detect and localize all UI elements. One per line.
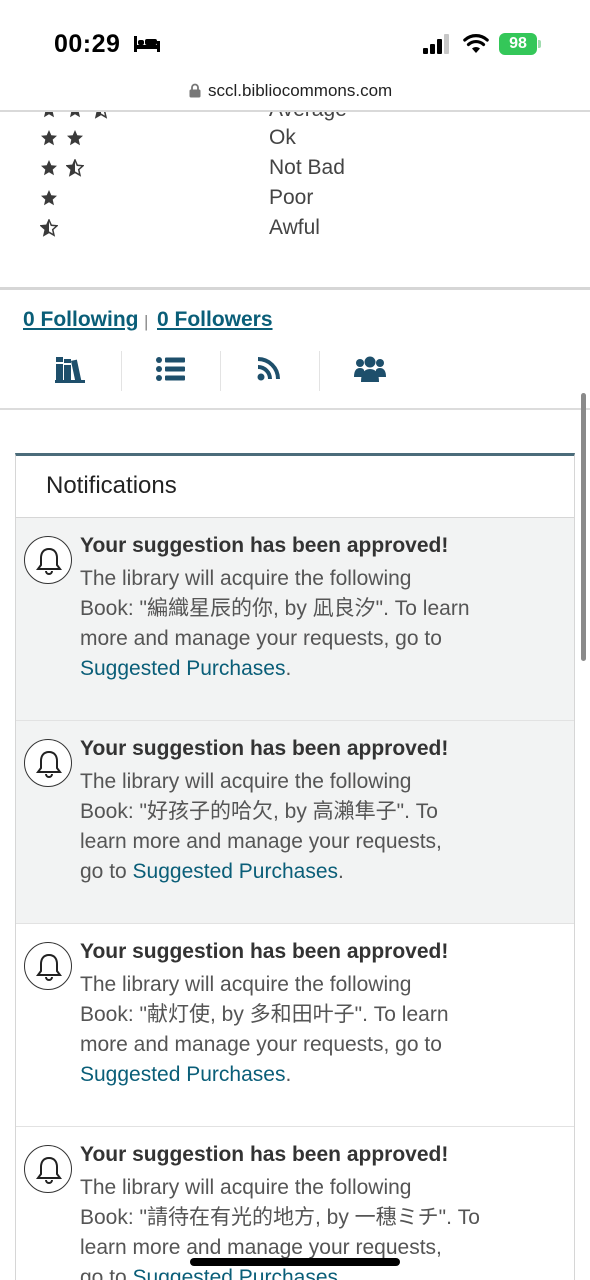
bell-icon — [24, 1145, 72, 1193]
suggested-purchases-link[interactable]: Suggested Purchases — [80, 657, 285, 680]
star-icon — [44, 112, 54, 118]
follow-separator: | — [144, 312, 149, 331]
rating-row-not-bad: Not Bad — [0, 153, 590, 183]
status-time: 00:29 — [54, 30, 121, 58]
bell-icon — [24, 739, 72, 787]
battery-icon: 98 — [499, 33, 541, 55]
notification-prefix: go to — [80, 1266, 133, 1280]
bed-icon — [134, 36, 160, 52]
tab-divider — [121, 351, 122, 391]
notification-line: The library will acquire the following — [80, 1176, 412, 1199]
list-icon[interactable] — [155, 355, 187, 383]
tab-divider — [220, 351, 221, 391]
notification-title: Your suggestion has been approved! — [80, 737, 449, 760]
rating-label: Ok — [269, 126, 296, 149]
following-link[interactable]: 0 Following — [23, 308, 139, 332]
notification-line: Book: "好孩子的哈欠, by 高瀨隼子". To — [80, 800, 438, 823]
notification-title: Your suggestion has been approved! — [80, 1143, 449, 1166]
rating-row-awful: Awful — [0, 213, 590, 243]
wifi-icon — [463, 34, 489, 53]
cellular-signal-icon — [423, 34, 449, 54]
notification-body: The library will acquire the following B… — [80, 564, 490, 684]
notification-line: more and manage your requests, go to — [80, 627, 442, 650]
notification-body: The library will acquire the following B… — [80, 970, 490, 1090]
followers-link[interactable]: 0 Followers — [157, 308, 273, 332]
tab-divider — [319, 351, 320, 391]
star-icon — [41, 190, 57, 206]
follow-section: 0 Following | 0 Followers — [0, 293, 590, 410]
notification-line: more and manage your requests, go to — [80, 1033, 442, 1056]
url-bar[interactable]: sccl.bibliocommons.com — [0, 78, 590, 112]
notification-title: Your suggestion has been approved! — [80, 940, 449, 963]
rating-label: Poor — [269, 186, 314, 209]
bell-icon — [24, 942, 72, 990]
notification-suffix: . — [338, 860, 344, 883]
notification-item: Your suggestion has been approved! The l… — [16, 924, 574, 1127]
scrollbar[interactable] — [581, 393, 586, 661]
suggested-purchases-link[interactable]: Suggested Purchases — [133, 860, 338, 883]
notifications-header: Notifications — [16, 456, 574, 518]
notification-line: The library will acquire the following — [80, 567, 412, 590]
notification-suffix: . — [285, 657, 292, 680]
rating-label: Not Bad — [269, 156, 345, 179]
star-half-icon — [66, 159, 84, 177]
notifications-title: Notifications — [46, 472, 177, 499]
books-icon[interactable] — [55, 355, 87, 383]
bell-icon — [24, 536, 72, 584]
star-icon — [41, 130, 57, 146]
notification-line: The library will acquire the following — [80, 973, 412, 996]
notification-suffix: . — [338, 1266, 344, 1280]
notification-body: The library will acquire the following B… — [80, 767, 490, 887]
rss-icon[interactable] — [254, 355, 286, 383]
star-half-icon — [94, 112, 108, 119]
users-icon[interactable] — [354, 355, 386, 383]
notification-line: Book: "献灯使, by 多和田叶子". To learn — [80, 1003, 449, 1026]
notification-line: learn more and manage your requests, — [80, 830, 442, 853]
star-half-icon — [40, 219, 58, 237]
notification-suffix: . — [285, 1063, 292, 1086]
rating-row-ok: Ok — [0, 123, 590, 153]
notification-item: Your suggestion has been approved! The l… — [16, 518, 574, 721]
star-icon — [70, 112, 80, 118]
url-text: sccl.bibliocommons.com — [208, 81, 393, 100]
rating-row-poor: Poor — [0, 183, 590, 213]
notification-line: Book: "請待在有光的地方, by 一穗ミチ". To — [80, 1206, 480, 1229]
battery-level: 98 — [509, 35, 527, 52]
star-icon — [41, 160, 57, 176]
star-icon — [67, 130, 83, 146]
notification-title: Your suggestion has been approved! — [80, 534, 449, 557]
notification-line: The library will acquire the following — [80, 770, 412, 793]
lock-icon — [189, 83, 201, 98]
rating-label: Awful — [269, 216, 320, 239]
suggested-purchases-link[interactable]: Suggested Purchases — [80, 1063, 285, 1086]
status-bar: 00:29 98 — [0, 0, 590, 80]
notifications-panel: Notifications Your suggestion has been a… — [15, 453, 575, 1280]
ratings-legend: Average Ok Not Bad Poor Awful — [0, 112, 590, 290]
notification-prefix: go to — [80, 860, 133, 883]
suggested-purchases-link[interactable]: Suggested Purchases — [133, 1266, 338, 1280]
notification-item: Your suggestion has been approved! The l… — [16, 721, 574, 924]
home-indicator[interactable] — [190, 1258, 400, 1266]
notification-line: Book: "編織星辰的你, by 凪良汐". To learn — [80, 597, 470, 620]
